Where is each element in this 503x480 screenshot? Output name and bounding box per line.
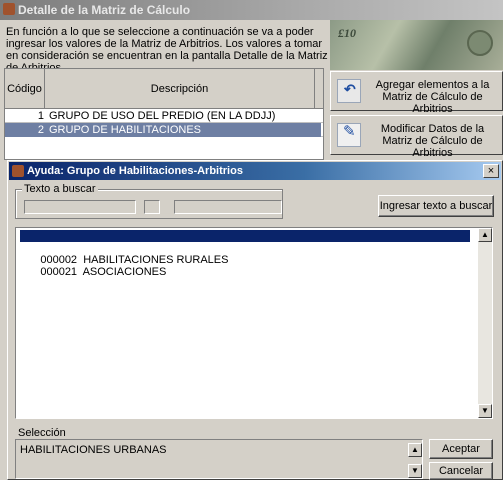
grid-row-selected[interactable]: 2 GRUPO DE HABILITACIONES [5, 123, 323, 137]
grid-cell-description: GRUPO DE HABILITACIONES [47, 123, 321, 137]
modify-data-label: Modificar Datos de la Matriz de Cálculo … [380, 123, 485, 159]
edit-icon [337, 123, 361, 147]
column-header-description[interactable]: Descripción [45, 69, 315, 109]
column-header-code[interactable]: Código [5, 69, 45, 109]
matrix-grid[interactable]: Código Descripción 1 GRUPO DE USO DEL PR… [4, 68, 324, 160]
scroll-up-arrow-icon[interactable]: ▲ [478, 228, 492, 242]
results-list[interactable]: 000001 HABILITACIONES URBANAS 000002 HAB… [15, 227, 493, 419]
cancel-button[interactable]: Cancelar [429, 462, 493, 480]
add-document-icon [337, 79, 361, 103]
add-elements-button[interactable]: Agregar elementos a la Matriz de Cálculo… [330, 71, 503, 115]
intro-text: En función a lo que se seleccione a cont… [6, 26, 328, 74]
selection-box: HABILITACIONES URBANAS [15, 439, 423, 479]
item-label: ASOCIACIONES [82, 266, 167, 278]
close-button[interactable]: × [483, 164, 499, 178]
banknote-banner-image: £10 [330, 20, 503, 70]
scroll-down-arrow-icon[interactable]: ▼ [478, 404, 492, 418]
scroll-up-arrow-icon[interactable]: ▲ [408, 443, 422, 457]
dialog-titlebar[interactable]: Ayuda: Grupo de Habilitaciones-Arbitrios… [9, 162, 501, 180]
accept-button[interactable]: Aceptar [429, 439, 493, 459]
search-button[interactable]: Ingresar texto a buscar [378, 195, 494, 217]
list-item[interactable]: 000001 HABILITACIONES URBANAS [20, 230, 470, 254]
search-group: Texto a buscar [15, 183, 283, 219]
seal-icon [467, 30, 493, 56]
selection-value: HABILITACIONES URBANAS [20, 444, 167, 456]
search-field-2[interactable] [144, 200, 160, 214]
background-window-title: Detalle de la Matriz de Cálculo [18, 3, 191, 17]
search-field-1[interactable] [24, 200, 136, 214]
add-elements-label: Agregar elementos a la Matriz de Cálculo… [375, 79, 490, 115]
search-field-3[interactable] [174, 200, 282, 214]
grid-cell-code: 1 [37, 110, 44, 122]
dialog-title: Ayuda: Grupo de Habilitaciones-Arbitrios [27, 165, 243, 177]
background-window-titlebar: Detalle de la Matriz de Cálculo [0, 0, 503, 20]
app-icon [12, 165, 24, 177]
app-icon [3, 3, 15, 15]
selection-label: Selección [18, 427, 66, 439]
grid-header: Código Descripción [5, 69, 323, 109]
grid-row[interactable]: 1 GRUPO DE USO DEL PREDIO (EN LA DDJJ) [5, 109, 323, 123]
grid-cell-description: GRUPO DE USO DEL PREDIO (EN LA DDJJ) [49, 110, 276, 122]
list-item[interactable]: 000021 ASOCIACIONES [20, 254, 166, 278]
scroll-down-arrow-icon[interactable]: ▼ [408, 464, 422, 478]
help-dialog: Ayuda: Grupo de Habilitaciones-Arbitrios… [7, 160, 503, 480]
grid-cell-code: 2 [5, 123, 47, 137]
search-legend: Texto a buscar [22, 183, 98, 195]
list-item[interactable]: 000002 HABILITACIONES RURALES [20, 242, 228, 266]
modify-data-button[interactable]: Modificar Datos de la Matriz de Cálculo … [330, 115, 503, 159]
list-scrollbar[interactable]: ▲ ▼ [478, 228, 492, 418]
item-code: 000021 [40, 266, 78, 278]
banner-text: £10 [338, 26, 356, 40]
